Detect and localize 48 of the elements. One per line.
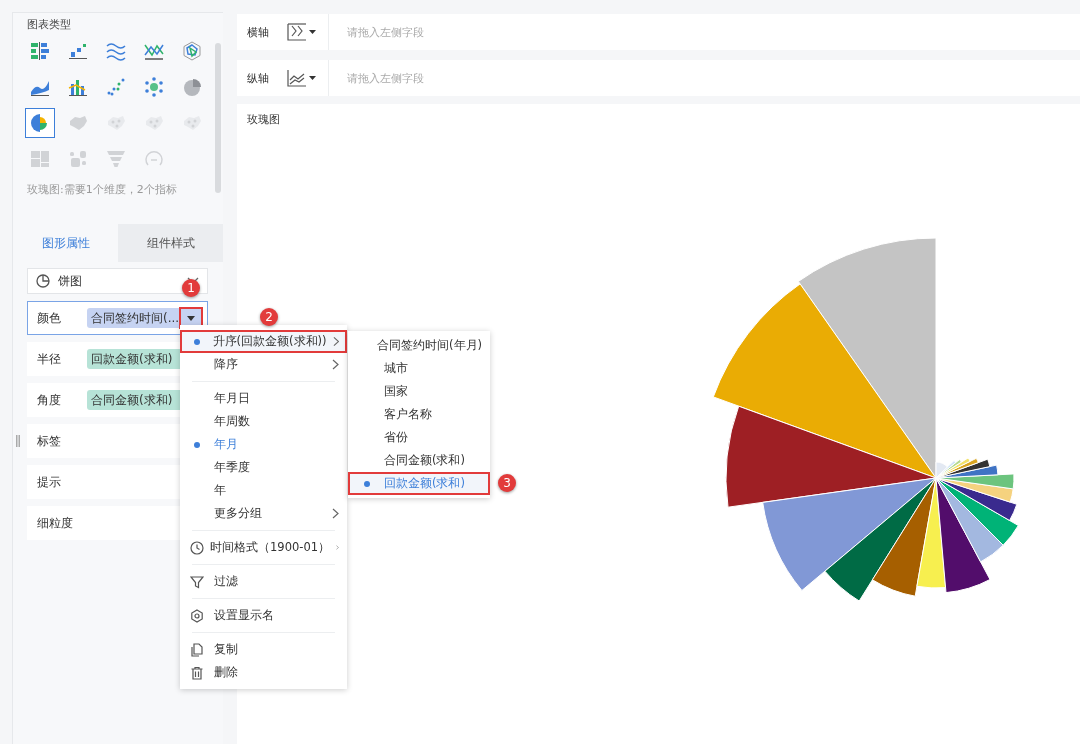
- axis-label: 横轴: [246, 24, 270, 40]
- caret-icon: [309, 76, 316, 80]
- menu-item[interactable]: 合同签约时间(年月): [348, 334, 490, 357]
- axis-label: 纵轴: [246, 70, 270, 86]
- line-axis-icon: [287, 69, 307, 87]
- menu-item[interactable]: 合同金额(求和): [348, 449, 490, 472]
- copy-icon: [190, 642, 204, 657]
- chart-title: 玫瑰图: [246, 112, 281, 128]
- menu-item[interactable]: 国家: [348, 380, 490, 403]
- chart-type-hint: 玫瑰图:需要1个维度，2个指标: [27, 182, 178, 197]
- menu-item[interactable]: 设置显示名: [180, 604, 347, 627]
- scrollbar[interactable]: [215, 43, 221, 193]
- property-label: 颜色: [37, 309, 62, 327]
- selected-dot-icon: [194, 441, 200, 448]
- property-label: 细粒度: [37, 514, 74, 532]
- menu-item[interactable]: 回款金额(求和): [348, 472, 490, 495]
- menu-item[interactable]: 省份: [348, 426, 490, 449]
- trash-icon: [190, 665, 204, 680]
- clock-icon: [190, 540, 204, 555]
- property-label: 提示: [37, 473, 62, 491]
- drag-handle-icon[interactable]: [16, 435, 20, 447]
- property-label: 标签: [37, 432, 62, 450]
- section-title: 图表类型: [27, 17, 72, 32]
- selected-dot-icon: [194, 338, 200, 345]
- placeholder-text: 请拖入左侧字段: [347, 24, 424, 40]
- chevron-right-icon: [332, 336, 339, 347]
- pie-icon: [36, 274, 50, 288]
- settings-icon: [190, 608, 204, 623]
- property-label: 半径: [37, 350, 62, 368]
- chevron-right-icon: [332, 359, 339, 370]
- menu-item[interactable]: 城市: [348, 357, 490, 380]
- axis-type-button[interactable]: [287, 60, 329, 96]
- menu-item[interactable]: 删除: [180, 661, 347, 684]
- placeholder-text: 请拖入左侧字段: [347, 70, 424, 86]
- filter-icon: [190, 574, 204, 589]
- rose-chart-type-icon[interactable]: [25, 108, 55, 138]
- axis-type-button[interactable]: [287, 14, 329, 50]
- caret-icon: [187, 315, 196, 321]
- property-tab[interactable]: 组件样式: [118, 224, 223, 262]
- property-label: 角度: [37, 391, 62, 409]
- chevron-right-icon: [332, 508, 339, 519]
- zigzag-axis-icon: [287, 23, 307, 41]
- menu-item[interactable]: 客户名称: [348, 403, 490, 426]
- selected-dot-icon: [364, 480, 370, 487]
- menu-item[interactable]: 过滤: [180, 570, 347, 593]
- caret-icon: [309, 30, 316, 34]
- menu-item[interactable]: 升序(回款金额(求和)): [180, 330, 347, 353]
- menu-item[interactable]: 复制: [180, 638, 347, 661]
